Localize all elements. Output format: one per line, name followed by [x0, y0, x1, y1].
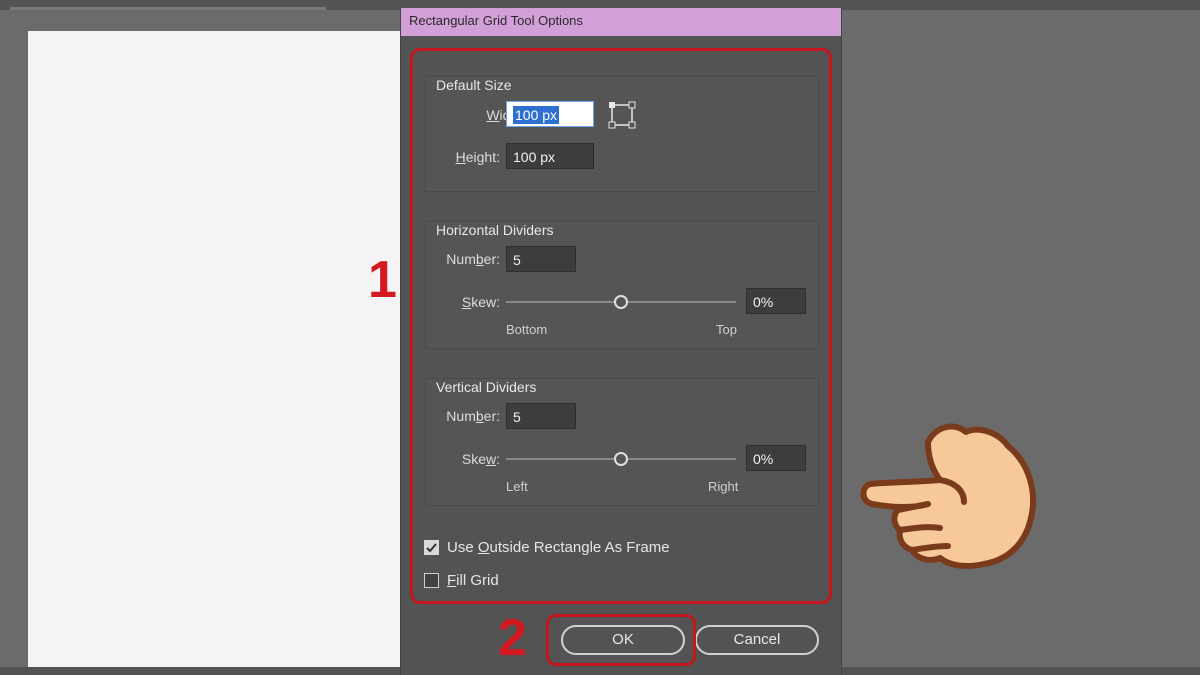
cancel-button[interactable]: Cancel [695, 625, 819, 655]
step1-highlight-box [410, 48, 832, 604]
step1-number: 1 [368, 251, 397, 309]
step2-number: 2 [498, 609, 527, 667]
tab-strip [10, 7, 326, 10]
artboard-canvas[interactable] [28, 31, 408, 667]
dialog-title[interactable]: Rectangular Grid Tool Options [401, 8, 841, 36]
pointing-hand-icon [860, 423, 1036, 569]
step2-highlight-box [546, 614, 696, 666]
